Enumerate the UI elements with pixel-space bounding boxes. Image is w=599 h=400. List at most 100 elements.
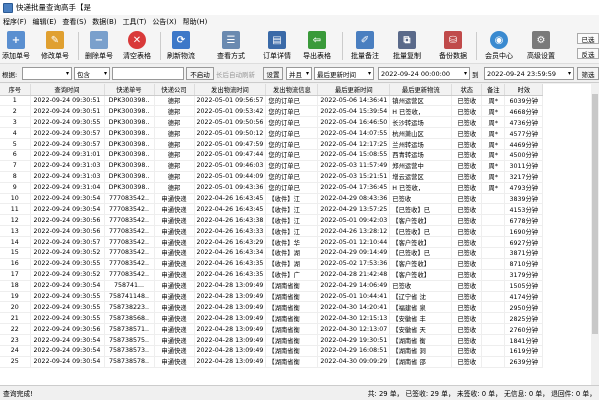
column-header[interactable]: 时效 <box>504 84 544 96</box>
table-cell: 已签收 <box>451 203 483 216</box>
table-cell: 申通快递 <box>154 356 195 368</box>
table-cell: 2022-09-24 09:30:55 <box>30 116 105 129</box>
table-row[interactable]: 19 2022-09-24 09:30:55 758741148.. 申通快递 2022… <box>0 291 544 303</box>
no-start-button[interactable]: 不启动 <box>186 67 214 80</box>
filter-condition-select[interactable]: 包含 <box>74 67 110 80</box>
refresh-logistics-button[interactable]: ⟳ 刷新物流 <box>164 28 198 64</box>
advanced-settings-button[interactable]: ⚙ 高级设置 <box>524 28 558 64</box>
export-table-button[interactable]: ⇦ 导出表格 <box>300 28 334 64</box>
table-row[interactable]: 2 2022-09-24 09:30:51 DPK300398.. 德邦 2022-05… <box>0 105 544 118</box>
backup-data-button[interactable]: ⛁ 备份数据 <box>436 28 470 64</box>
view-mode-button[interactable]: ☰ 查看方式 <box>214 28 248 64</box>
date-to-input[interactable]: 2022-09-24 23:59:59 <box>484 67 574 80</box>
table-row[interactable]: 21 2022-09-24 09:30:55 758738568.. 申通快递 2022… <box>0 312 544 325</box>
scrollbar-thumb[interactable] <box>592 94 598 334</box>
table-row[interactable]: 8 2022-09-24 09:31:03 DPK300398.. 德邦 2022-05… <box>0 171 544 183</box>
table-cell: 2950分钟 <box>504 301 544 314</box>
table-row[interactable]: 16 2022-09-24 09:30:55 777083542.. 申通快递 2022… <box>0 258 544 270</box>
delete-number-button[interactable]: − 删除单号 <box>84 28 114 64</box>
table-cell: 2022-09-24 09:30:55 <box>30 291 105 303</box>
column-header[interactable]: 快递公司 <box>154 84 195 96</box>
table-cell: 2022-04-30 14:20:41 <box>317 301 391 314</box>
vertical-scrollbar[interactable] <box>591 84 599 385</box>
table-row[interactable]: 9 2022-09-24 09:31:04 DPK300398.. 德邦 2022-05… <box>0 182 544 194</box>
column-header[interactable]: 发出物流信息 <box>265 84 319 96</box>
table-row[interactable]: 1 2022-09-24 09:30:51 DPK300398.. 德邦 2022-05… <box>0 95 544 107</box>
column-header[interactable]: 快递单号 <box>104 84 155 96</box>
table-row[interactable]: 17 2022-09-24 09:30:52 777083542.. 申通快递 2022… <box>0 269 544 281</box>
table-cell <box>481 323 506 336</box>
table-row[interactable]: 15 2022-09-24 09:30:52 777083542.. 申通快递 2022… <box>0 247 544 259</box>
table-cell: 22 <box>0 323 31 336</box>
table-row[interactable]: 14 2022-09-24 09:30:57 777083542.. 申通快递 2022… <box>0 236 544 248</box>
table-cell: 758738578.. <box>104 356 155 368</box>
menu-edit[interactable]: 编辑(E) <box>30 17 60 27</box>
menu-data[interactable]: 数据(B) <box>89 17 119 27</box>
column-header[interactable]: 最后更新物流 <box>389 84 453 96</box>
invert-selection-button[interactable]: 反选 <box>577 48 599 59</box>
settings-button[interactable]: 设置 <box>263 67 283 80</box>
table-row[interactable]: 20 2022-09-24 09:30:55 758738223.. 申通快递 2022… <box>0 301 544 314</box>
menu-view[interactable]: 查看(S) <box>59 17 89 27</box>
column-header[interactable]: 查询时间 <box>30 84 105 96</box>
table-row[interactable]: 25 2022-09-24 09:30:54 758738578.. 申通快递 2022… <box>0 356 544 368</box>
table-cell: 已签收 <box>389 280 453 292</box>
table-cell: 15 <box>0 247 31 259</box>
table-cell: 2022-05-04 14:07:55 <box>317 127 391 140</box>
table-cell: 周* <box>481 116 506 129</box>
date-from-input[interactable]: 2022-09-24 00:00:00 <box>378 67 470 80</box>
table-cell: 兰州转运场 <box>389 138 453 150</box>
table-cell: 已签收 <box>451 345 483 357</box>
menu-notice[interactable]: 公告(X) <box>149 17 179 27</box>
menu-program[interactable]: 程序(F) <box>0 17 30 27</box>
sort-field-select[interactable]: 最后更新时间 <box>314 67 374 80</box>
table-row[interactable]: 12 2022-09-24 09:30:56 777083542.. 申通快递 2022… <box>0 214 544 227</box>
column-header[interactable]: 最后更新时间 <box>317 84 391 96</box>
edit-number-button[interactable]: ✎ 修改单号 <box>40 28 70 64</box>
table-cell: 2022-09-24 09:30:54 <box>30 345 105 357</box>
table-row[interactable]: 24 2022-09-24 09:30:54 758738573.. 申通快递 2022… <box>0 345 544 357</box>
batch-copy-button[interactable]: ⧉ 批量复制 <box>390 28 424 64</box>
table-row[interactable]: 13 2022-09-24 09:30:56 777083542.. 申通快递 2022… <box>0 225 544 238</box>
table-cell: 758738575.. <box>104 334 155 346</box>
table-cell: 2022-05-02 17:53:36 <box>317 258 391 270</box>
table-row[interactable]: 22 2022-09-24 09:30:56 758738571.. 申通快递 2022… <box>0 323 544 336</box>
filter-button[interactable]: 筛选 <box>577 67 599 80</box>
table-cell: 【已签收】已 <box>389 247 453 259</box>
table-row[interactable]: 5 2022-09-24 09:30:57 DPK300398.. 德邦 2022-05… <box>0 138 544 150</box>
logic-select[interactable]: 并且 <box>286 67 312 80</box>
column-header[interactable]: 序号 <box>0 84 31 96</box>
table-row[interactable]: 3 2022-09-24 09:30:55 DPK300398.. 德邦 2022-05… <box>0 116 544 129</box>
table-row[interactable]: 23 2022-09-24 09:30:54 758738575.. 申通快递 2022… <box>0 334 544 346</box>
table-row[interactable]: 4 2022-09-24 09:30:57 DPK300398.. 德邦 2022-05… <box>0 127 544 140</box>
column-header[interactable]: 备注 <box>481 84 506 96</box>
member-center-button[interactable]: ◉ 会员中心 <box>482 28 516 64</box>
column-header[interactable]: 发出物流时间 <box>194 84 267 96</box>
table-cell: 2022-05-04 17:36:45 <box>317 182 391 194</box>
table-cell <box>481 291 506 303</box>
table-cell: 已签收 <box>451 149 483 161</box>
table-row[interactable]: 10 2022-09-24 09:30:54 777083542.. 申通快递 2022… <box>0 193 544 205</box>
menu-tools[interactable]: 工具(T) <box>120 17 150 27</box>
table-cell: 【湖南省衡 <box>265 323 319 336</box>
table-row[interactable]: 11 2022-09-24 09:30:54 777083542.. 申通快递 2022… <box>0 203 544 216</box>
select-all-button[interactable]: 已选 <box>577 33 599 44</box>
table-cell: 【收件】江 <box>265 214 319 227</box>
column-header[interactable]: 状态 <box>451 84 483 96</box>
table-cell <box>481 214 506 227</box>
table-cell: 您的订单已 <box>265 160 319 172</box>
filter-field-select[interactable] <box>22 67 72 80</box>
table-cell: 已签收 <box>451 312 483 325</box>
table-cell: 【辽宁省 沈 <box>389 291 453 303</box>
table-cell: 25 <box>0 356 31 368</box>
menu-help[interactable]: 帮助(H) <box>180 17 211 27</box>
table-row[interactable]: 7 2022-09-24 09:31:03 DPK300398.. 德邦 2022-05… <box>0 160 544 172</box>
table-cell: 已签收 <box>451 138 483 150</box>
order-detail-button[interactable]: ▤ 订单详情 <box>260 28 294 64</box>
add-number-button[interactable]: + 添加单号 <box>2 28 30 64</box>
table-row[interactable]: 18 2022-09-24 09:30:54 758741... 申通快递 2022-0… <box>0 280 544 292</box>
clear-table-button[interactable]: ✕ 清空表格 <box>122 28 152 64</box>
batch-remark-button[interactable]: ✐ 批量备注 <box>348 28 382 64</box>
table-row[interactable]: 6 2022-09-24 09:31:01 DPK300398.. 德邦 2022-05… <box>0 149 544 161</box>
filter-keyword-input[interactable] <box>112 67 184 80</box>
